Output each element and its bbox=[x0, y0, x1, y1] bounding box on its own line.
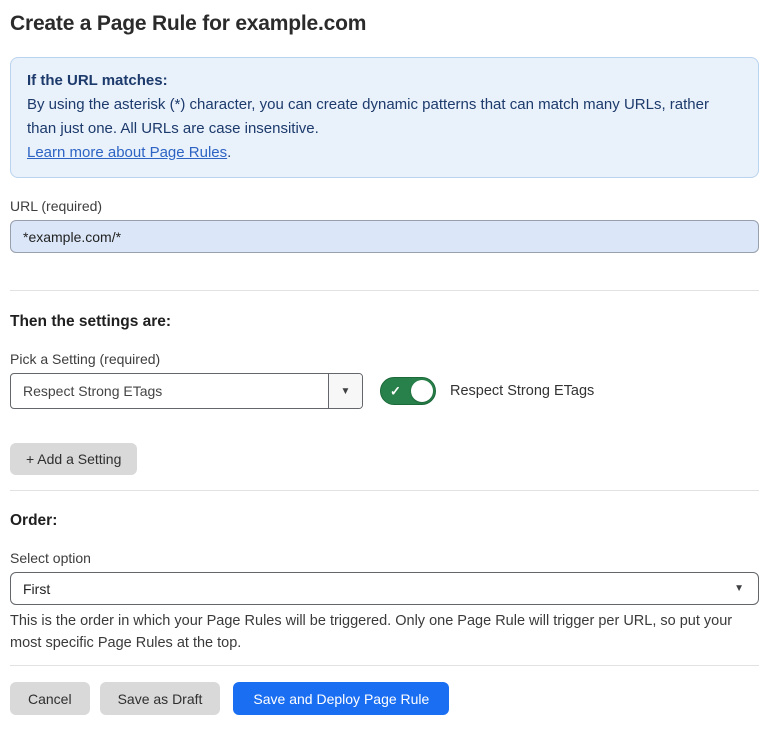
page-rule-form: Create a Page Rule for example.com If th… bbox=[0, 12, 769, 729]
toggle-knob bbox=[411, 380, 433, 402]
order-select-value: First bbox=[23, 581, 50, 597]
chevron-down-icon: ▼ bbox=[734, 583, 744, 594]
order-select-label: Select option bbox=[10, 550, 759, 566]
settings-section-heading: Then the settings are: bbox=[10, 313, 759, 331]
divider bbox=[10, 665, 759, 666]
chevron-down-icon: ▼ bbox=[341, 386, 351, 397]
divider bbox=[10, 490, 759, 491]
info-box-link-line: Learn more about Page Rules. bbox=[27, 141, 742, 165]
save-draft-button[interactable]: Save as Draft bbox=[100, 682, 221, 715]
url-match-info-box: If the URL matches: By using the asteris… bbox=[10, 57, 759, 178]
etags-toggle-group: ✓ Respect Strong ETags bbox=[380, 377, 594, 405]
page-title: Create a Page Rule for example.com bbox=[10, 12, 759, 36]
add-setting-button[interactable]: + Add a Setting bbox=[10, 443, 137, 475]
url-label: URL (required) bbox=[10, 198, 759, 214]
learn-more-link[interactable]: Learn more about Page Rules bbox=[27, 144, 227, 161]
etags-toggle-label: Respect Strong ETags bbox=[450, 383, 594, 399]
link-suffix: . bbox=[227, 144, 231, 161]
footer-actions: Cancel Save as Draft Save and Deploy Pag… bbox=[10, 682, 759, 715]
order-section-heading: Order: bbox=[10, 512, 759, 530]
divider bbox=[10, 290, 759, 291]
cancel-button[interactable]: Cancel bbox=[10, 682, 90, 715]
etags-toggle[interactable]: ✓ bbox=[380, 377, 436, 405]
info-box-heading: If the URL matches: bbox=[27, 69, 742, 93]
save-deploy-button[interactable]: Save and Deploy Page Rule bbox=[233, 682, 449, 715]
check-icon: ✓ bbox=[390, 385, 401, 398]
settings-row: Respect Strong ETags ▼ ✓ Respect Strong … bbox=[10, 373, 759, 409]
order-helper-text: This is the order in which your Page Rul… bbox=[10, 610, 759, 654]
info-box-description: By using the asterisk (*) character, you… bbox=[27, 93, 742, 141]
setting-select-arrow-button[interactable]: ▼ bbox=[328, 374, 362, 408]
setting-select-value: Respect Strong ETags bbox=[11, 374, 328, 408]
setting-select[interactable]: Respect Strong ETags ▼ bbox=[10, 373, 363, 409]
order-select[interactable]: First ▼ bbox=[10, 572, 759, 605]
pick-setting-label: Pick a Setting (required) bbox=[10, 351, 759, 367]
url-input[interactable] bbox=[10, 220, 759, 253]
